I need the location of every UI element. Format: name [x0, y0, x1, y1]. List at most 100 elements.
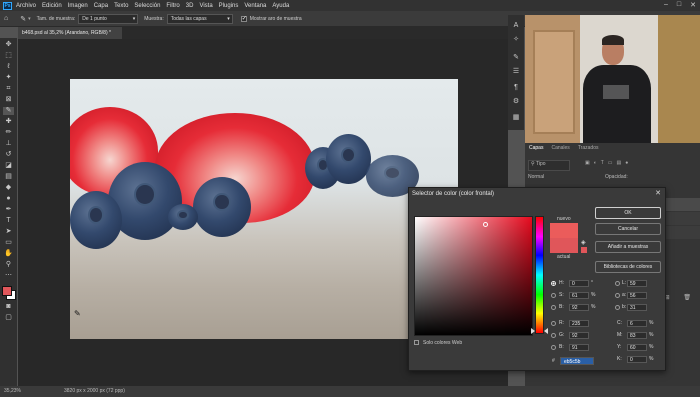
lab-b-radio[interactable]: [615, 305, 620, 310]
lab-b-input[interactable]: 31: [627, 304, 647, 311]
s-radio[interactable]: [551, 293, 556, 298]
more-tools-icon[interactable]: ⋯: [3, 272, 14, 280]
hue-slider-handle-right[interactable]: [544, 328, 548, 334]
hex-input[interactable]: eb5c5b: [560, 357, 594, 365]
eraser-tool-icon[interactable]: ◪: [3, 162, 14, 170]
type-tool-icon[interactable]: T: [3, 217, 14, 225]
bulb-icon[interactable]: ✧: [511, 35, 521, 44]
document-image[interactable]: [70, 79, 458, 339]
tab-trazados[interactable]: Trazados: [578, 145, 599, 154]
quick-mask-icon[interactable]: ◙: [3, 303, 14, 311]
gradient-tool-icon[interactable]: ▤: [3, 173, 14, 181]
a-input[interactable]: 56: [627, 292, 647, 299]
m-input[interactable]: 83: [627, 332, 647, 339]
g-radio[interactable]: [551, 333, 556, 338]
current-color-swatch[interactable]: [550, 238, 578, 253]
quick-select-tool-icon[interactable]: ✦: [3, 74, 14, 82]
history-brush-tool-icon[interactable]: ↺: [3, 151, 14, 159]
menu-vista[interactable]: Vista: [199, 3, 212, 9]
adjust-icon[interactable]: ☰: [511, 67, 521, 76]
blue-input[interactable]: 91: [569, 344, 589, 351]
show-ring-checkbox[interactable]: [240, 15, 247, 22]
k-input[interactable]: 0: [627, 356, 647, 363]
lasso-tool-icon[interactable]: ℓ: [3, 63, 14, 71]
b-input[interactable]: 92: [569, 304, 589, 311]
out-of-gamut-icon[interactable]: ◈: [581, 239, 586, 246]
layer-filter-icons[interactable]: ▣◐T▭▤●: [585, 160, 632, 166]
photoshop-logo[interactable]: Ps: [3, 1, 12, 10]
document-tab[interactable]: b468.psd al 35,2% (Arandano, RGB/8) *: [18, 27, 122, 39]
menu-filtro[interactable]: Filtro: [166, 3, 179, 9]
add-to-swatches-button[interactable]: Añadir a muestras: [595, 241, 661, 253]
r-input[interactable]: 235: [569, 320, 589, 327]
settings-icon[interactable]: ⚙: [511, 97, 521, 106]
grid-icon[interactable]: ▦: [511, 113, 521, 122]
zoom-tool-icon[interactable]: ⚲: [3, 261, 14, 269]
gamut-swatch[interactable]: [581, 247, 587, 253]
menu-imagen[interactable]: Imagen: [68, 3, 88, 9]
zoom-level[interactable]: 35,23%: [4, 388, 21, 394]
h-input[interactable]: 0: [569, 280, 589, 287]
c-input[interactable]: 6: [627, 320, 647, 327]
a-radio[interactable]: [615, 293, 620, 298]
menu-plugins[interactable]: Plugins: [219, 3, 239, 9]
b-radio[interactable]: [551, 305, 556, 310]
brush-icon[interactable]: ✎: [511, 53, 521, 62]
color-field-cursor[interactable]: [483, 222, 488, 227]
web-colors-checkbox[interactable]: [414, 340, 419, 345]
blue-radio[interactable]: [551, 345, 556, 350]
menu-ayuda[interactable]: Ayuda: [272, 3, 289, 9]
menu-edicion[interactable]: Edición: [42, 3, 62, 9]
hue-slider[interactable]: [535, 216, 544, 334]
tab-canales[interactable]: Canales: [551, 145, 569, 154]
blur-tool-icon[interactable]: ◆: [3, 184, 14, 192]
document-info[interactable]: 3820 px x 2000 px (72 ppp): [64, 388, 125, 394]
l-radio[interactable]: [615, 281, 620, 286]
cancel-button[interactable]: Cancelar: [595, 223, 661, 235]
path-select-tool-icon[interactable]: ➤: [3, 228, 14, 236]
chevron-down-icon[interactable]: ▾: [28, 16, 31, 22]
paragraph-icon[interactable]: ¶: [511, 83, 521, 92]
menu-3d[interactable]: 3D: [186, 3, 194, 9]
screen-mode-icon[interactable]: ▢: [3, 314, 14, 322]
y-input[interactable]: 60: [627, 344, 647, 351]
layer-filter[interactable]: ⚲ Tipo: [528, 160, 570, 171]
eyedropper-tool-icon[interactable]: ✎: [3, 107, 14, 115]
h-radio[interactable]: [551, 281, 556, 286]
marquee-tool-icon[interactable]: ⬚: [3, 52, 14, 60]
stamp-tool-icon[interactable]: ⊥: [3, 140, 14, 148]
home-icon[interactable]: ⌂: [4, 15, 8, 22]
ok-button[interactable]: OK: [595, 207, 661, 219]
move-tool-icon[interactable]: ✥: [3, 41, 14, 49]
s-input[interactable]: 61: [569, 292, 589, 299]
color-libraries-button[interactable]: Bibliotecas de colores: [595, 261, 661, 273]
l-input[interactable]: 59: [627, 280, 647, 287]
menu-seleccion[interactable]: Selección: [134, 3, 160, 9]
minimize-icon[interactable]: –: [664, 1, 668, 9]
hue-slider-handle-left[interactable]: [531, 328, 535, 334]
ai-icon[interactable]: A: [511, 21, 521, 30]
menu-archivo[interactable]: Archivo: [16, 3, 36, 9]
g-input[interactable]: 92: [569, 332, 589, 339]
menu-ventana[interactable]: Ventana: [244, 3, 266, 9]
tab-capas[interactable]: Capas: [529, 145, 543, 154]
menu-texto[interactable]: Texto: [114, 3, 128, 9]
pen-tool-icon[interactable]: ✒: [3, 206, 14, 214]
sample-select[interactable]: Todas las capas ▾: [166, 13, 233, 24]
maximize-icon[interactable]: □: [677, 1, 681, 9]
close-icon[interactable]: ✕: [655, 189, 661, 197]
shape-tool-icon[interactable]: ▭: [3, 239, 14, 247]
r-radio[interactable]: [551, 321, 556, 326]
frame-tool-icon[interactable]: ⊠: [3, 96, 14, 104]
hand-tool-icon[interactable]: ✋: [3, 250, 14, 258]
sample-size-select[interactable]: De 1 punto ▾: [78, 13, 139, 24]
healing-tool-icon[interactable]: ✚: [3, 118, 14, 126]
eyedropper-icon[interactable]: ✎: [20, 15, 26, 23]
brush-tool-icon[interactable]: ✏: [3, 129, 14, 137]
dodge-tool-icon[interactable]: ●: [3, 195, 14, 203]
foreground-color-swatch[interactable]: [2, 286, 12, 296]
crop-tool-icon[interactable]: ⌗: [3, 85, 14, 93]
blend-mode-select[interactable]: Normal: [528, 174, 588, 183]
menu-capa[interactable]: Capa: [94, 3, 108, 9]
close-icon[interactable]: ✕: [690, 1, 696, 9]
